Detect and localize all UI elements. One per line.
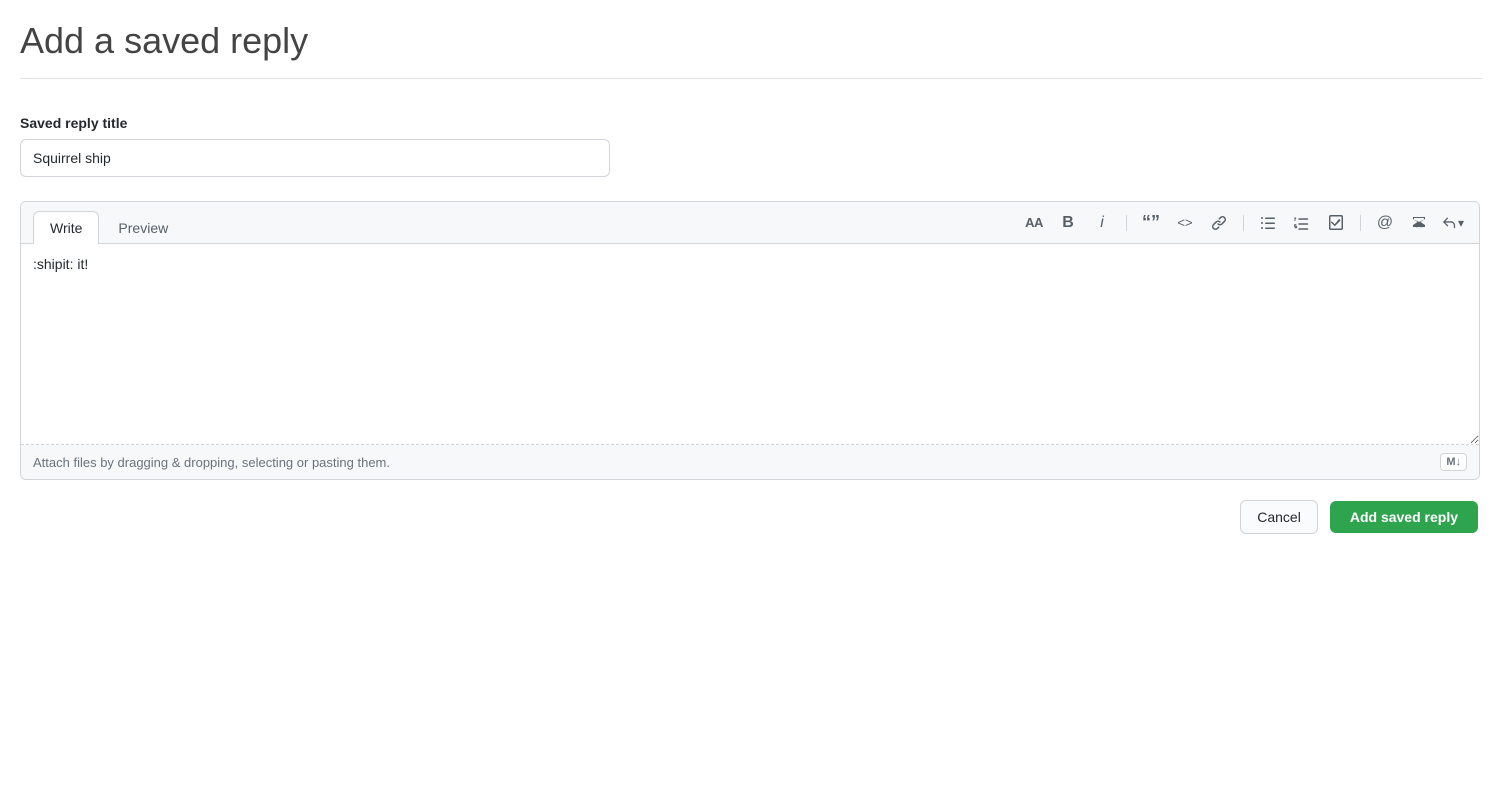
title-field-label: Saved reply title [20, 115, 1480, 131]
add-saved-reply-button[interactable]: Add saved reply [1330, 501, 1478, 533]
mention-icon[interactable]: @ [1371, 211, 1399, 235]
editor-tabs-toolbar: Write Preview AA B i “” <> [21, 202, 1479, 244]
toolbar-divider-3 [1360, 215, 1361, 231]
editor-textarea[interactable]: <span class="reply-text-spellcheck">:shi… [21, 244, 1479, 444]
page-title: Add a saved reply [20, 20, 1482, 79]
editor-footer: Attach files by dragging & dropping, sel… [21, 444, 1479, 479]
quote-icon[interactable]: “” [1137, 211, 1165, 235]
editor-container: Write Preview AA B i “” <> [20, 201, 1480, 480]
link-icon[interactable] [1205, 211, 1233, 235]
bold-icon[interactable]: B [1054, 211, 1082, 235]
title-input[interactable] [20, 139, 610, 177]
tab-preview[interactable]: Preview [101, 211, 185, 244]
unordered-list-icon[interactable] [1254, 211, 1282, 235]
attach-files-text: Attach files by dragging & dropping, sel… [33, 455, 390, 470]
bookmark-icon[interactable] [1405, 211, 1433, 235]
italic-icon[interactable]: i [1088, 211, 1116, 235]
editor-body: <span class="reply-text-spellcheck">:shi… [21, 244, 1479, 444]
tab-write[interactable]: Write [33, 211, 99, 244]
task-list-icon[interactable] [1322, 211, 1350, 235]
action-buttons: Cancel Add saved reply [20, 500, 1480, 534]
toolbar-divider-2 [1243, 215, 1244, 231]
cancel-button[interactable]: Cancel [1240, 500, 1318, 534]
tabs-group: Write Preview [33, 210, 187, 243]
toolbar-divider-1 [1126, 215, 1127, 231]
ordered-list-icon[interactable] [1288, 211, 1316, 235]
reply-icon[interactable]: ▾ [1439, 211, 1467, 235]
markdown-badge: M↓ [1440, 453, 1467, 471]
code-icon[interactable]: <> [1171, 211, 1199, 235]
title-field-group: Saved reply title [20, 115, 1480, 177]
toolbar-icons: AA B i “” <> [1020, 211, 1467, 243]
form-container: Saved reply title Write Preview AA B i “… [20, 95, 1480, 534]
heading-icon[interactable]: AA [1020, 211, 1048, 235]
